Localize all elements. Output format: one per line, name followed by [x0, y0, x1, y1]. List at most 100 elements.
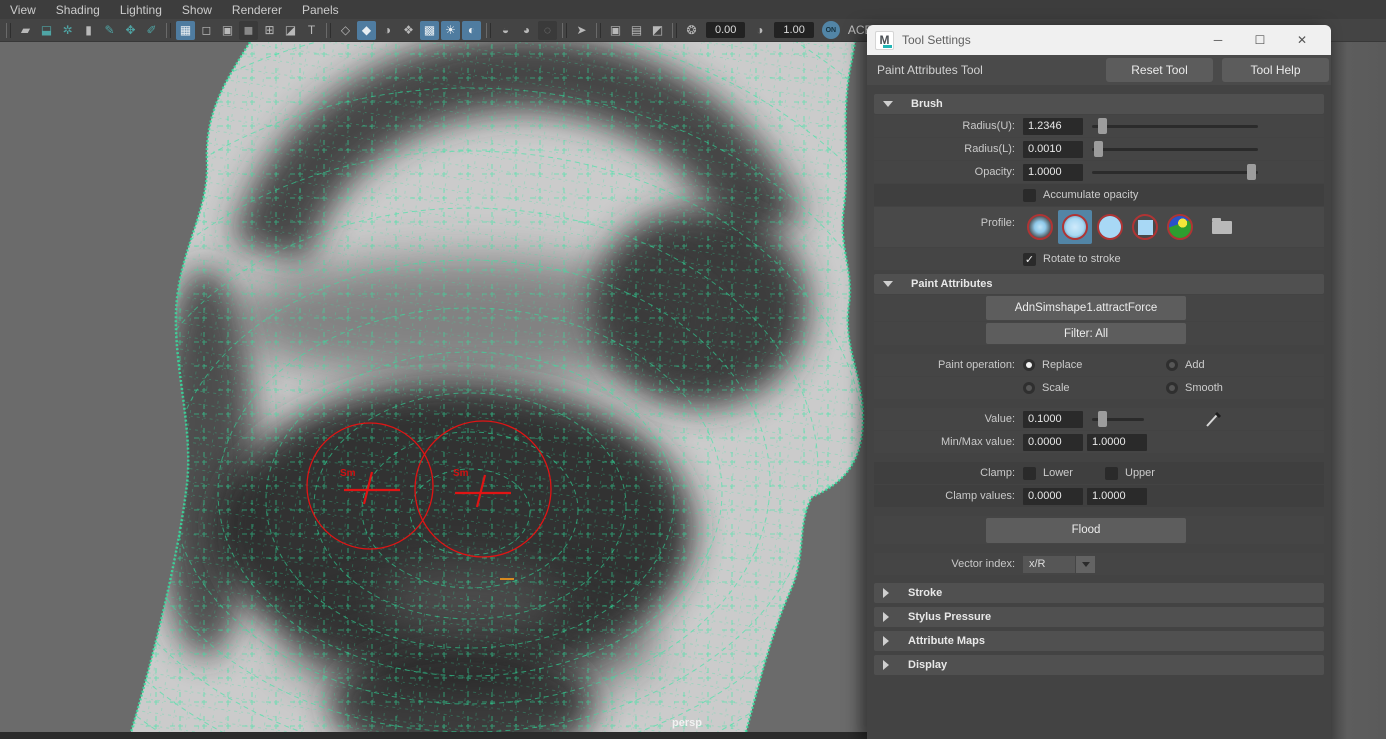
window-titlebar[interactable]: M Tool Settings ─ ☐ ✕	[867, 25, 1331, 55]
chevron-down-icon[interactable]	[1076, 556, 1095, 573]
radius-l-field[interactable]: 0.0010	[1023, 141, 1083, 158]
profile-gaussian-button[interactable]	[1023, 210, 1057, 244]
section-header-attribute-maps[interactable]: Attribute Maps	[874, 631, 1324, 651]
opacity-field[interactable]: 1.0000	[1023, 164, 1083, 181]
scale-label: Scale	[1042, 382, 1124, 394]
section-header-paint-attributes[interactable]: Paint Attributes	[874, 274, 1324, 294]
collapse-arrow-icon	[883, 281, 893, 287]
pen-icon[interactable]: ✎	[100, 21, 119, 40]
ao-icon[interactable]: ◒	[496, 21, 515, 40]
light-icon[interactable]: ☀	[441, 21, 460, 40]
section-header-stylus-pressure[interactable]: Stylus Pressure	[874, 607, 1324, 627]
textured-cube-icon[interactable]: ❖	[399, 21, 418, 40]
menu-shading[interactable]: Shading	[56, 3, 100, 17]
film-gate-icon[interactable]: ◻	[197, 21, 216, 40]
rotate-to-stroke-checkbox[interactable]: ✓	[1023, 253, 1036, 266]
grid-icon[interactable]: ▦	[176, 21, 195, 40]
menu-lighting[interactable]: Lighting	[120, 3, 162, 17]
expand-arrow-icon	[883, 660, 889, 670]
radius-l-slider[interactable]	[1092, 141, 1258, 157]
menu-panels[interactable]: Panels	[302, 3, 339, 17]
motion-blur-icon[interactable]: ◕	[517, 21, 536, 40]
panel-menubar: View Shading Lighting Show Renderer Pane…	[0, 0, 1386, 19]
shadows-icon[interactable]: ◐	[462, 21, 481, 40]
radius-u-row: Radius(U): 1.2346	[874, 115, 1324, 137]
radius-u-field[interactable]: 1.2346	[1023, 118, 1083, 135]
profile-square-button[interactable]	[1128, 210, 1162, 244]
browse-folder-icon[interactable]	[1212, 221, 1232, 234]
tool-header: Paint Attributes Tool Reset Tool Tool He…	[867, 55, 1331, 85]
radius-u-slider[interactable]	[1092, 118, 1258, 134]
resolution-gate-icon[interactable]: ▣	[218, 21, 237, 40]
paste-icon[interactable]: ▤	[627, 21, 646, 40]
copy-icon[interactable]: ▣	[606, 21, 625, 40]
accumulate-opacity-label: Accumulate opacity	[1043, 189, 1138, 201]
mesh-canvas: Sm Sm persp	[0, 42, 867, 732]
eyedropper-icon[interactable]	[1204, 409, 1224, 429]
minimize-button[interactable]: ─	[1197, 27, 1239, 53]
scale-radio[interactable]	[1023, 382, 1035, 394]
section-header-display[interactable]: Display	[874, 655, 1324, 675]
move-zoom-icon[interactable]: ✥	[121, 21, 140, 40]
rotate-to-stroke-row: ✓ Rotate to stroke	[874, 248, 1324, 270]
menu-show[interactable]: Show	[182, 3, 212, 17]
opacity-slider[interactable]	[1092, 164, 1258, 180]
profile-image-button[interactable]	[1163, 210, 1197, 244]
smooth-radio[interactable]	[1166, 382, 1178, 394]
color-management-toggle[interactable]: ON	[822, 21, 840, 39]
rotate-to-stroke-label: Rotate to stroke	[1043, 253, 1121, 265]
profile-solid-button[interactable]	[1093, 210, 1127, 244]
accumulate-opacity-checkbox[interactable]	[1023, 189, 1036, 202]
flood-button[interactable]: Flood	[986, 518, 1186, 543]
toolbar-grip	[672, 23, 677, 38]
menu-renderer[interactable]: Renderer	[232, 3, 282, 17]
value-slider[interactable]	[1092, 411, 1144, 427]
vector-index-row: Vector index: x/R	[874, 553, 1324, 575]
wireframe-cube-icon[interactable]: ◇	[336, 21, 355, 40]
tool-help-button[interactable]: Tool Help	[1222, 58, 1329, 82]
marquee-icon[interactable]: ◌	[538, 21, 557, 40]
value-field[interactable]: 0.1000	[1023, 411, 1083, 428]
shaded-cube-icon[interactable]: ◆	[357, 21, 376, 40]
snapshot-icon[interactable]: ◩	[648, 21, 667, 40]
image-plane-icon[interactable]: ◪	[281, 21, 300, 40]
attribute-select-button[interactable]: AdnSimshape1.attractForce	[986, 296, 1186, 320]
exposure-icon[interactable]: ❂	[682, 21, 701, 40]
select-arrow-icon[interactable]: ➤	[572, 21, 591, 40]
material-icon[interactable]: ◑	[378, 21, 397, 40]
clamp-lower-checkbox[interactable]	[1023, 467, 1036, 480]
perspective-viewport[interactable]: Sm Sm persp	[0, 42, 867, 732]
gamma-field[interactable]: 1.00	[774, 22, 813, 38]
add-radio[interactable]	[1166, 359, 1178, 371]
gate-mask-icon[interactable]: ◼	[239, 21, 258, 40]
brush-mode-label: Sm	[453, 468, 469, 479]
clamp-upper-checkbox[interactable]	[1105, 467, 1118, 480]
close-button[interactable]: ✕	[1281, 27, 1323, 53]
bookmark-icon[interactable]: ▮	[79, 21, 98, 40]
clamp-min-field[interactable]: 0.0000	[1023, 488, 1083, 505]
max-value-field[interactable]: 1.0000	[1087, 434, 1147, 451]
clamp-max-field[interactable]: 1.0000	[1087, 488, 1147, 505]
checker-icon[interactable]: ▩	[420, 21, 439, 40]
contrast-icon[interactable]: ◑	[750, 21, 769, 40]
profile-label: Profile:	[874, 207, 1023, 229]
brush-icon[interactable]: ✐	[142, 21, 161, 40]
field-chart-icon[interactable]: ⊞	[260, 21, 279, 40]
text-icon[interactable]: T	[302, 21, 321, 40]
lock-icon[interactable]: ⬓	[37, 21, 56, 40]
camera-icon[interactable]: ▰	[16, 21, 35, 40]
maximize-button[interactable]: ☐	[1239, 27, 1281, 53]
filter-button[interactable]: Filter: All	[986, 323, 1186, 344]
exposure-field[interactable]: 0.00	[706, 22, 745, 38]
section-header-stroke[interactable]: Stroke	[874, 583, 1324, 603]
reset-tool-button[interactable]: Reset Tool	[1106, 58, 1213, 82]
vector-index-select[interactable]: x/R	[1023, 556, 1075, 573]
section-header-brush[interactable]: Brush	[874, 94, 1324, 114]
replace-radio[interactable]	[1023, 359, 1035, 371]
profile-soft-button[interactable]	[1058, 210, 1092, 244]
add-label: Add	[1185, 359, 1205, 371]
gear-icon[interactable]: ✲	[58, 21, 77, 40]
min-value-field[interactable]: 0.0000	[1023, 434, 1083, 451]
minmax-row: Min/Max value: 0.0000 1.0000	[874, 431, 1324, 453]
menu-view[interactable]: View	[10, 3, 36, 17]
